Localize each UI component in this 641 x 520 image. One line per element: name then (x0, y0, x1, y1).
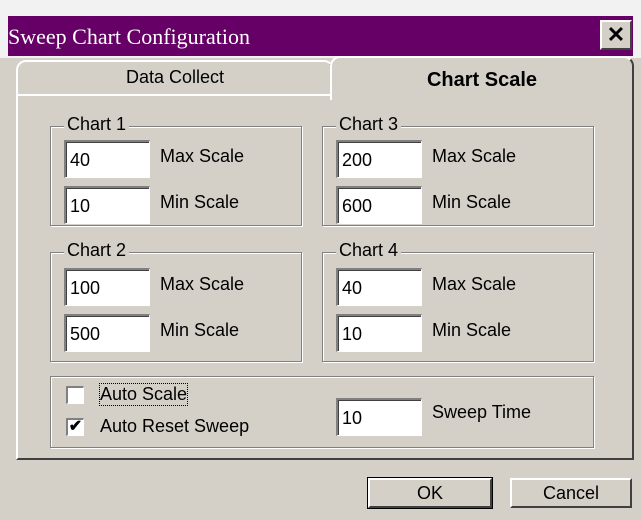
tab-data-collect-label: Data Collect (125, 67, 225, 87)
chart-1-min-input[interactable]: 10 (64, 186, 150, 224)
window-title: Sweep Chart Configuration (8, 24, 250, 49)
cancel-button-label: Cancel (542, 483, 600, 503)
close-icon: ✕ (606, 22, 626, 47)
chart-1-min-label: Min Scale (160, 192, 240, 212)
tab-chart-scale[interactable]: Chart Scale (330, 56, 634, 100)
chart-1-legend: Chart 1 (64, 114, 130, 134)
close-button[interactable]: ✕ (600, 20, 632, 50)
auto-reset-sweep-label[interactable]: Auto Reset Sweep (100, 416, 249, 437)
chart-2-min-input[interactable]: 500 (64, 314, 150, 352)
chart-2-legend: Chart 2 (64, 240, 130, 260)
checkmark-icon: ✔ (68, 418, 83, 435)
chart-3-max-label: Max Scale (432, 146, 517, 166)
auto-scale-checkbox[interactable] (66, 386, 84, 404)
chart-3-legend: Chart 3 (336, 114, 402, 134)
chart-1-max-input[interactable]: 40 (64, 140, 150, 178)
chart-2-max-input[interactable]: 100 (64, 268, 150, 306)
chart-4-min-label: Min Scale (432, 320, 512, 340)
cancel-button[interactable]: Cancel (510, 478, 632, 508)
ok-button-label: OK (416, 483, 443, 503)
chart-2-max-label: Max Scale (160, 274, 245, 294)
chart-2-min-label: Min Scale (160, 320, 240, 340)
sweep-time-label: Sweep Time (432, 402, 532, 422)
chart-3-min-input[interactable]: 600 (336, 186, 422, 224)
tab-data-collect[interactable]: Data Collect (16, 60, 334, 94)
chart-4-legend: Chart 4 (336, 240, 402, 260)
auto-scale-label[interactable]: Auto Scale (98, 383, 189, 406)
chart-4-min-input[interactable]: 10 (336, 314, 422, 352)
chart-4-max-label: Max Scale (432, 274, 517, 294)
sweep-time-input[interactable]: 10 (336, 398, 422, 436)
auto-reset-sweep-checkbox[interactable]: ✔ (66, 418, 84, 436)
tab-chart-scale-label: Chart Scale (426, 69, 538, 91)
chart-1-max-label: Max Scale (160, 146, 245, 166)
chart-4-max-input[interactable]: 40 (336, 268, 422, 306)
chart-3-min-label: Min Scale (432, 192, 512, 212)
chart-3-max-input[interactable]: 200 (336, 140, 422, 178)
ok-button[interactable]: OK (367, 477, 493, 509)
